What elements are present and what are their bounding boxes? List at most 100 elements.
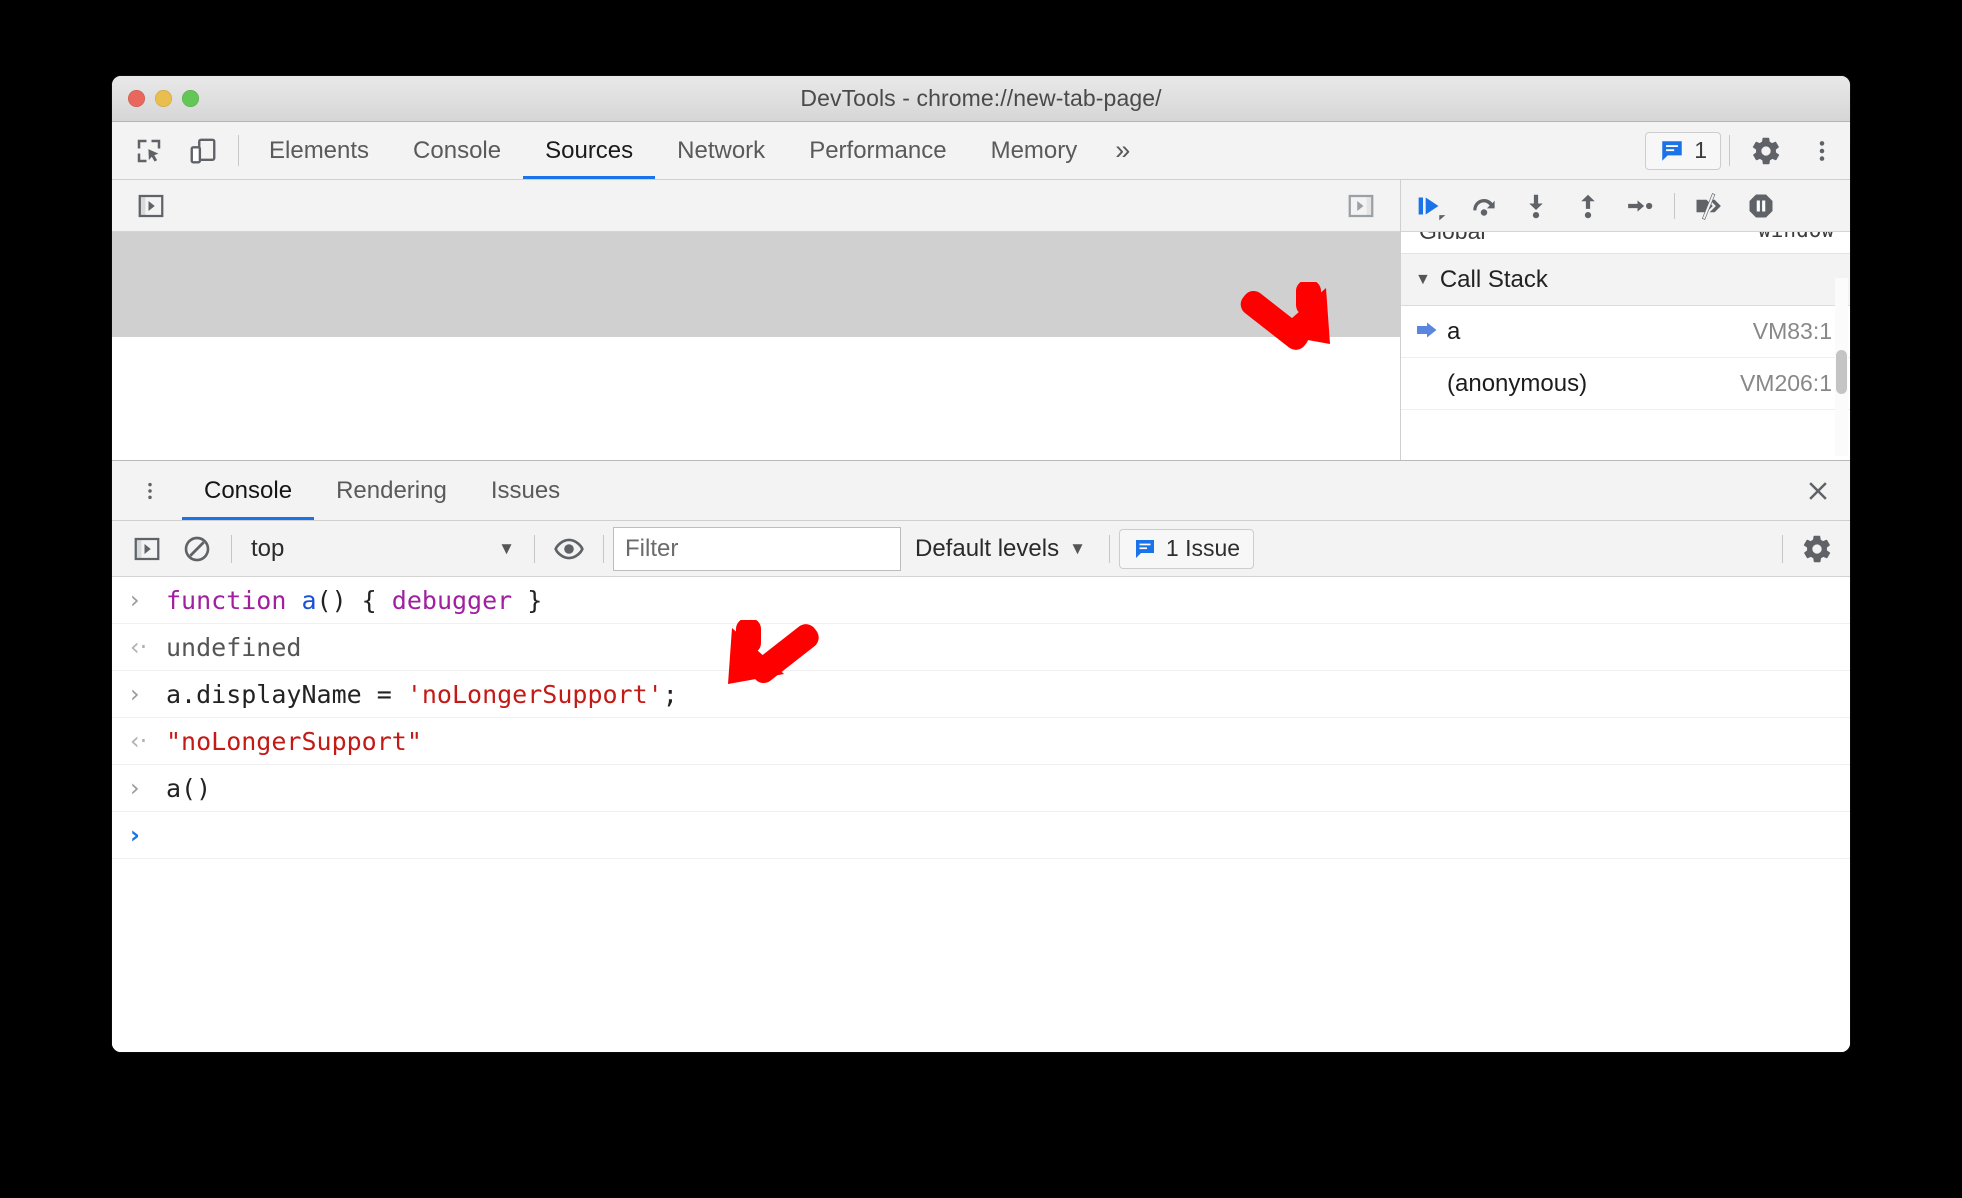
pause-on-exceptions-button[interactable]	[1736, 184, 1786, 228]
call-stack-frame-name: a	[1447, 317, 1461, 345]
resume-script-execution-button[interactable]	[1407, 184, 1457, 228]
console-toolbar-divider-2	[534, 534, 535, 563]
drawer-tab-console[interactable]: Console	[182, 461, 315, 520]
console-issues-label: 1 Issue	[1165, 535, 1241, 561]
debugger-sections-scroll[interactable]: Global window ▼ Call Stack	[1401, 232, 1850, 460]
debugger-sidebar-scrollbar-thumb[interactable]	[1836, 350, 1847, 394]
drawer-more-tools-button[interactable]	[118, 461, 182, 520]
console-line-text: a.displayName = 'noLongerSupport';	[166, 680, 678, 709]
issues-count-label: 1	[1694, 137, 1707, 163]
tab-memory[interactable]: Memory	[969, 122, 1100, 179]
console-output-caret-icon: ‹·	[130, 633, 148, 661]
step-out-of-current-function-button[interactable]	[1563, 184, 1613, 228]
current-frame-arrow-icon	[1415, 321, 1447, 343]
devtools-window: DevTools - chrome://new-tab-page/ Elemen…	[112, 76, 1850, 1052]
call-stack-frame[interactable]: (anonymous) VM206:1	[1401, 358, 1850, 410]
tab-memory-label: Memory	[990, 136, 1078, 164]
devtools-settings-button[interactable]	[1738, 122, 1794, 179]
console-input-caret-icon: ›	[130, 774, 140, 802]
toggle-device-toolbar-button[interactable]	[176, 122, 230, 179]
clear-console-button[interactable]	[172, 527, 222, 571]
tab-elements[interactable]: Elements	[247, 122, 391, 179]
tab-performance-label: Performance	[809, 136, 947, 164]
drawer-tabbar: Console Rendering Issues	[112, 461, 1850, 521]
more-tabs-button[interactable]: »	[1099, 122, 1146, 179]
inspect-element-icon	[137, 139, 161, 162]
console-prompt-row[interactable]: ›	[112, 812, 1850, 859]
create-live-expression-button[interactable]	[544, 527, 594, 571]
drawer-tab-issues-label: Issues	[490, 476, 561, 504]
console-sidebar-toggle-button[interactable]	[122, 527, 172, 571]
inspect-element-button[interactable]	[122, 122, 176, 179]
console-log-levels-selector[interactable]: Default levels ▼	[901, 527, 1100, 571]
sources-editor-area[interactable]	[112, 232, 1400, 460]
scope-global-value: window	[1758, 232, 1834, 245]
sources-editor-toolbar	[112, 180, 1400, 232]
device-toolbar-icon	[190, 138, 216, 163]
console-token: }	[512, 585, 543, 615]
gear-icon	[1803, 535, 1831, 562]
console-output-row[interactable]: ‹· "noLongerSupport"	[112, 718, 1850, 765]
console-token: () {	[316, 585, 392, 615]
live-expression-eye-icon	[554, 538, 584, 559]
console-input-row[interactable]: › a.displayName = 'noLongerSupport';	[112, 671, 1850, 718]
close-icon	[1809, 481, 1827, 500]
tab-console-label: Console	[413, 136, 502, 164]
gear-icon	[1752, 137, 1780, 164]
console-token: a	[301, 585, 317, 615]
close-window-button[interactable]	[128, 90, 145, 107]
show-debugger-sidebar-button[interactable]	[1336, 184, 1386, 228]
chevron-down-icon: ▼	[498, 538, 515, 558]
call-stack-frame-location: VM206:1	[1739, 370, 1832, 396]
console-message-list[interactable]: › function a() { debugger } ‹· undefined › a.…	[112, 577, 1850, 1052]
console-input-caret-icon: ›	[130, 586, 140, 614]
console-toolbar-divider-3	[603, 534, 604, 563]
console-output-row[interactable]: ‹· undefined	[112, 624, 1850, 671]
drawer-tab-issues[interactable]: Issues	[469, 461, 582, 520]
tab-elements-label: Elements	[269, 136, 370, 164]
step-button[interactable]	[1615, 184, 1665, 228]
tab-performance[interactable]: Performance	[787, 122, 968, 179]
drawer-tabbar-spacer	[582, 461, 1786, 520]
maximize-window-button[interactable]	[182, 90, 199, 107]
tab-console[interactable]: Console	[391, 122, 523, 179]
tab-network[interactable]: Network	[655, 122, 787, 179]
kebab-menu-icon	[1819, 140, 1825, 161]
step-icon	[1628, 199, 1653, 212]
call-stack-title: Call Stack	[1439, 265, 1548, 293]
step-into-next-function-call-button[interactable]	[1511, 184, 1561, 228]
console-line-text: undefined	[166, 633, 301, 662]
console-filter-input[interactable]	[613, 526, 901, 571]
deactivate-breakpoints-button[interactable]	[1684, 184, 1734, 228]
issues-speech-bubble-icon	[1135, 539, 1154, 558]
console-toolbar: top ▼ Default levels ▼	[112, 521, 1850, 577]
console-token: 'noLongerSupport'	[406, 679, 663, 709]
issues-counter-button[interactable]: 1	[1645, 131, 1721, 170]
call-stack-section-header[interactable]: ▼ Call Stack	[1401, 254, 1850, 306]
close-drawer-button[interactable]	[1786, 461, 1850, 520]
debugger-controls-toolbar	[1401, 180, 1850, 232]
issues-speech-bubble-icon	[1662, 140, 1682, 161]
console-input-row[interactable]: › a()	[112, 765, 1850, 812]
console-token: function	[166, 585, 302, 615]
tab-sources[interactable]: Sources	[523, 122, 656, 179]
call-stack-frame-selected[interactable]: a VM83:1	[1401, 306, 1850, 358]
devtools-main-menu-button[interactable]	[1794, 122, 1850, 179]
devtools-drawer: Console Rendering Issues top ▼ Filter De…	[112, 460, 1850, 1052]
deactivate-breakpoints-icon	[1696, 192, 1721, 220]
console-context-selector[interactable]: top ▼	[241, 527, 525, 571]
console-log-levels-label: Default levels	[915, 534, 1060, 562]
scope-global-row-partial[interactable]: Global window	[1401, 232, 1850, 254]
window-title: DevTools - chrome://new-tab-page/	[800, 85, 1162, 111]
minimize-window-button[interactable]	[155, 90, 172, 107]
console-settings-button[interactable]	[1792, 527, 1842, 571]
toolbar-divider	[238, 135, 239, 166]
window-controls	[128, 76, 199, 121]
console-issues-button[interactable]: 1 Issue	[1118, 528, 1255, 569]
step-over-next-function-call-button[interactable]	[1459, 184, 1509, 228]
drawer-tab-rendering-label: Rendering	[336, 476, 447, 504]
drawer-tab-rendering[interactable]: Rendering	[314, 461, 469, 520]
console-input-row[interactable]: › function a() { debugger }	[112, 577, 1850, 624]
show-navigator-button[interactable]	[126, 184, 176, 228]
show-debugger-panel-icon	[1348, 194, 1374, 217]
